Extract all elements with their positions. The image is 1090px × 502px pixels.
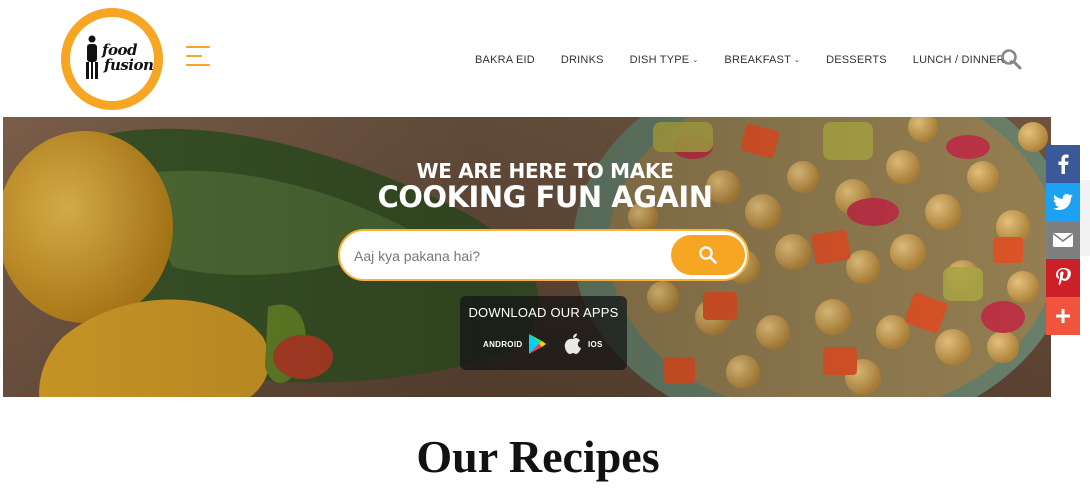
nav-item-label: LUNCH / DINNER [912,54,1005,66]
plus-icon [1056,309,1070,323]
recipe-search-input[interactable] [354,244,654,268]
facebook-icon [1058,154,1069,174]
share-pinterest-button[interactable] [1046,259,1080,297]
download-apps-title: DOWNLOAD OUR APPS [468,305,619,320]
nav-item-label: DRINKS [560,54,604,66]
search-icon [699,246,717,264]
chevron-down-icon: ⌄ [794,57,801,64]
menu-icon[interactable] [186,46,212,68]
nav-item-breakfast[interactable]: BREAKFAST ⌄ [724,52,800,68]
main-nav: BAKRA EID DRINKS DISH TYPE ⌄ BREAKFAST ⌄… [475,52,1014,68]
nav-item-desserts[interactable]: DESSERTS [826,52,887,68]
chevron-down-icon: ⌄ [692,57,699,64]
email-icon [1053,233,1073,247]
recipe-search-bar [338,229,749,281]
hero-headline-main: COOKING FUN AGAIN [377,180,714,214]
google-play-icon [529,334,547,354]
share-rail [1046,145,1080,335]
share-email-button[interactable] [1046,221,1080,259]
chef-figure-icon [86,35,98,79]
search-icon[interactable] [1000,48,1022,70]
nav-item-lunch-dinner[interactable]: LUNCH / DINNER ⌄ [913,52,1014,68]
section-title-our-recipes: Our Recipes [416,431,660,482]
food-fusion-logo[interactable]: food fusion [61,8,163,110]
share-more-button[interactable] [1046,297,1080,335]
nav-item-drinks[interactable]: DRINKS [561,52,604,68]
android-label: ANDROID [483,339,523,349]
logo-line-fusion: fusion [104,56,154,74]
download-apps-box: DOWNLOAD OUR APPS ANDROID IOS [460,296,627,370]
twitter-icon [1053,194,1073,210]
nav-item-label: DESSERTS [826,54,887,66]
nav-item-label: BREAKFAST [724,54,792,66]
share-twitter-button[interactable] [1046,183,1080,221]
ios-app-link[interactable]: IOS [563,332,603,356]
nav-item-bakra-eid[interactable]: BAKRA EID [475,52,535,68]
apple-icon [564,333,581,354]
pinterest-icon [1056,268,1071,286]
site-header: food fusion BAKRA EID DRINKS DISH TYPE ⌄… [0,0,1090,117]
ios-label: IOS [588,339,603,349]
nav-item-label: DISH TYPE [629,54,690,66]
nav-item-dish-type[interactable]: DISH TYPE ⌄ [630,52,699,68]
logo-wordmark: food fusion [102,43,154,74]
share-facebook-button[interactable] [1046,145,1080,183]
share-rail-edge [1080,180,1090,256]
search-submit-button[interactable] [671,235,745,275]
logo-badge: food fusion [70,17,154,101]
android-app-link[interactable]: ANDROID [483,332,547,356]
nav-item-label: BAKRA EID [475,54,535,66]
